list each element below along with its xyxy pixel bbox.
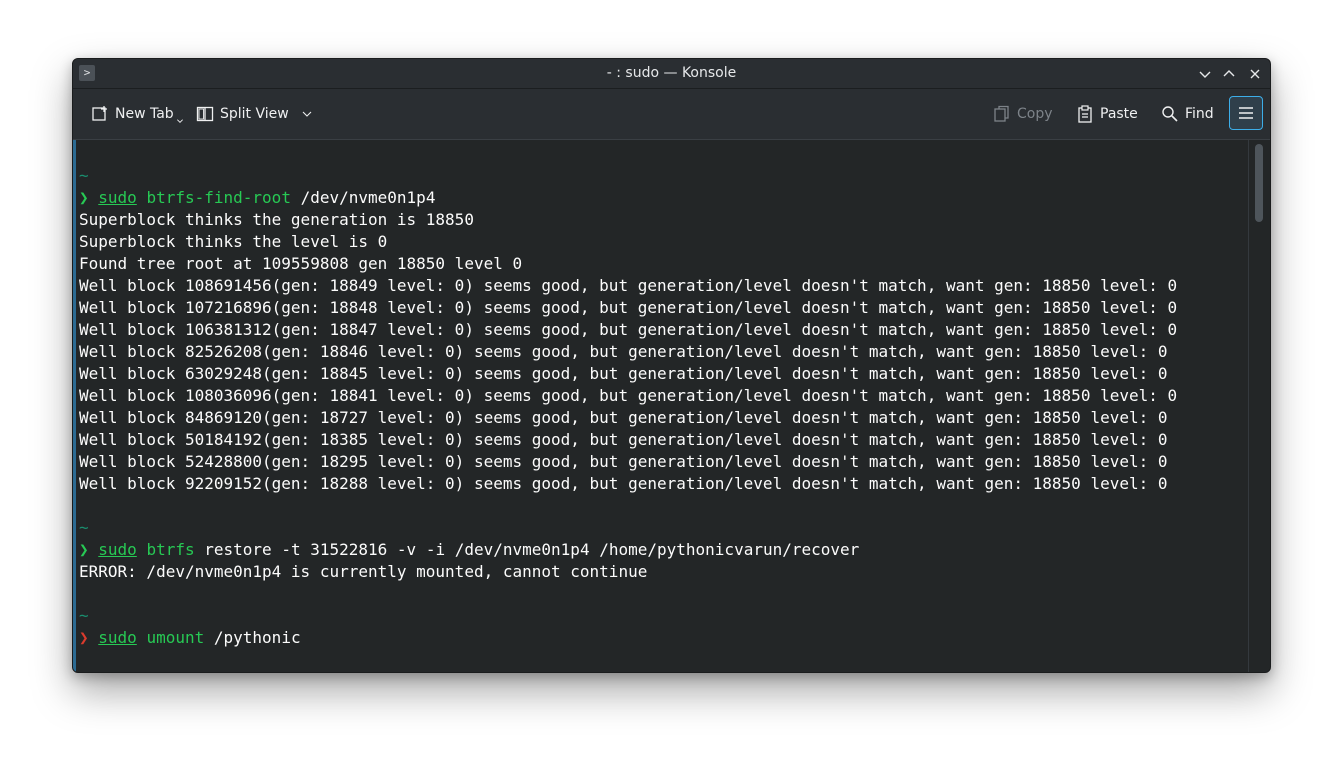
- output-line: Well block 108691456(gen: 18849 level: 0…: [79, 276, 1178, 295]
- title-bar[interactable]: > - : sudo — Konsole: [73, 59, 1270, 89]
- copy-icon: [994, 105, 1009, 122]
- minimize-icon: [1199, 71, 1211, 78]
- output-line: Well block 63029248(gen: 18845 level: 0)…: [79, 364, 1168, 383]
- output-line: Well block 52428800(gen: 18295 level: 0)…: [79, 452, 1168, 471]
- maximize-button[interactable]: [1220, 65, 1238, 83]
- prompt-symbol: ❯: [79, 628, 89, 647]
- output-line: Well block 108036096(gen: 18841 level: 0…: [79, 386, 1178, 405]
- output-line: Found tree root at 109559808 gen 18850 l…: [79, 254, 523, 273]
- toolbar: New Tab Split View Copy Paste Find: [73, 89, 1270, 140]
- command-name: umount: [146, 628, 205, 647]
- prompt-symbol: ❯: [79, 188, 89, 207]
- chevron-down-icon: [176, 119, 183, 123]
- output-line: Well block 107216896(gen: 18848 level: 0…: [79, 298, 1178, 317]
- prompt-path: ~: [79, 606, 89, 625]
- output-line: Well block 84869120(gen: 18727 level: 0)…: [79, 408, 1168, 427]
- minimize-button[interactable]: [1196, 65, 1214, 83]
- close-button[interactable]: [1246, 65, 1264, 83]
- maximize-icon: [1223, 70, 1235, 77]
- copy-label: Copy: [1017, 106, 1053, 122]
- prompt-path-line: ~: [79, 517, 1177, 539]
- command-args: /pythonic: [204, 628, 301, 647]
- split-view-button[interactable]: Split View: [196, 101, 313, 127]
- chevron-down-icon: [302, 111, 312, 117]
- scrollbar-thumb[interactable]: [1255, 144, 1263, 222]
- command-args: /dev/nvme0n1p4: [290, 188, 436, 207]
- paste-label: Paste: [1100, 106, 1138, 122]
- command-sudo: sudo: [98, 628, 137, 647]
- output-line: Well block 92209152(gen: 18288 level: 0)…: [79, 474, 1168, 493]
- paste-icon: [1078, 105, 1092, 123]
- prompt-path-line: ~: [79, 165, 1177, 187]
- prompt-symbol: ❯: [79, 540, 89, 559]
- command-line: ❯ sudo btrfs restore -t 31522816 -v -i /…: [79, 539, 1177, 561]
- terminal-output: ~ ❯ sudo btrfs-find-root /dev/nvme0n1p4 Su…: [79, 165, 1177, 649]
- command-line: ❯ sudo btrfs-find-root /dev/nvme0n1p4: [79, 187, 1177, 209]
- vertical-scrollbar[interactable]: [1248, 140, 1270, 672]
- hamburger-menu-icon: [1239, 107, 1253, 119]
- new-tab-icon: [92, 106, 107, 121]
- new-tab-button[interactable]: New Tab: [91, 101, 184, 127]
- output-line: ERROR: /dev/nvme0n1p4 is currently mount…: [79, 562, 648, 581]
- hamburger-menu-button[interactable]: [1229, 96, 1263, 130]
- new-tab-label: New Tab: [115, 106, 174, 122]
- find-label: Find: [1185, 106, 1214, 122]
- command-line: ❯ sudo umount /pythonic: [79, 627, 1177, 649]
- konsole-window: > - : sudo — Konsole New Tab Split View …: [72, 58, 1271, 673]
- split-view-icon: [196, 106, 214, 122]
- prompt-path-line: ~: [79, 605, 1177, 627]
- output-line: Superblock thinks the level is 0: [79, 232, 388, 251]
- paste-button[interactable]: Paste: [1076, 101, 1138, 127]
- find-button[interactable]: Find: [1161, 101, 1214, 127]
- output-line: Well block 106381312(gen: 18847 level: 0…: [79, 320, 1178, 339]
- command-args: restore -t 31522816 -v -i /dev/nvme0n1p4…: [194, 540, 860, 559]
- window-title: - : sudo — Konsole: [606, 65, 737, 81]
- output-line: Well block 50184192(gen: 18385 level: 0)…: [79, 430, 1168, 449]
- split-view-label: Split View: [220, 106, 289, 122]
- command-name: btrfs: [146, 540, 195, 559]
- copy-button[interactable]: Copy: [993, 101, 1053, 127]
- prompt-path: ~: [79, 518, 89, 537]
- command-name: btrfs-find-root: [146, 188, 291, 207]
- output-line: Well block 82526208(gen: 18846 level: 0)…: [79, 342, 1168, 361]
- prompt-path: ~: [79, 166, 89, 185]
- output-line: Superblock thinks the generation is 1885…: [79, 210, 474, 229]
- command-sudo: sudo: [98, 188, 137, 207]
- command-sudo: sudo: [98, 540, 137, 559]
- search-icon: [1162, 106, 1178, 122]
- terminal-view[interactable]: ~ ❯ sudo btrfs-find-root /dev/nvme0n1p4 Su…: [73, 140, 1249, 672]
- close-icon: [1250, 69, 1260, 79]
